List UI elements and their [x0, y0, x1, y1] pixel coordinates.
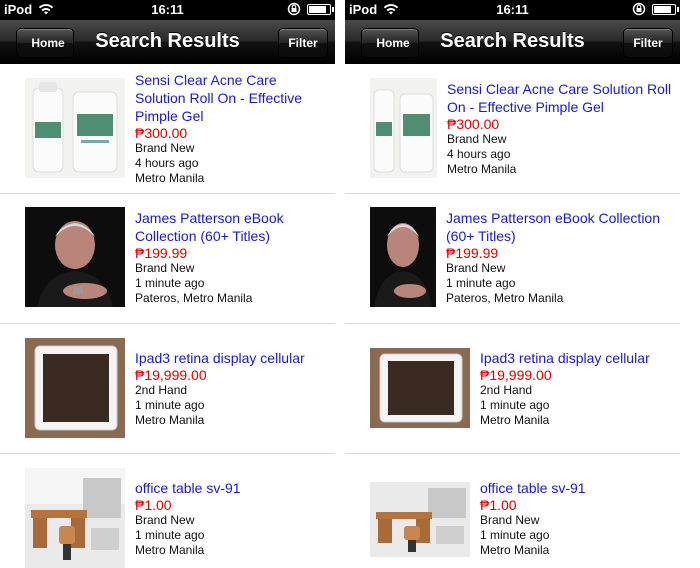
- item-location: Metro Manila: [135, 543, 205, 557]
- item-title-link[interactable]: James Patterson eBook Collection (60+ Ti…: [446, 209, 672, 245]
- results-list: Sensi Clear Acne Care Solution Roll On -…: [0, 65, 335, 568]
- item-condition: 2nd Hand: [480, 383, 533, 397]
- item-posted-time: 1 minute ago: [135, 528, 205, 542]
- item-condition: Brand New: [446, 261, 506, 275]
- status-bar: iPod 16:11: [345, 0, 680, 20]
- item-info: office table sv-91 ₱1.00 Brand New 1 min…: [480, 479, 672, 558]
- item-location: Metro Manila: [480, 413, 550, 427]
- item-title-link[interactable]: office table sv-91: [480, 479, 672, 497]
- item-posted-time: 4 hours ago: [447, 147, 511, 161]
- phone-screen-right: iPod 16:11 Home Search Results Filter Se…: [345, 0, 680, 568]
- filter-button[interactable]: Filter: [278, 28, 328, 58]
- office-desk-image: [25, 468, 125, 568]
- item-posted-time: 4 hours ago: [135, 156, 199, 170]
- navigation-bar: Home Search Results Filter: [0, 20, 335, 64]
- item-location: Pateros, Metro Manila: [446, 291, 564, 305]
- item-posted-time: 1 minute ago: [135, 276, 205, 290]
- rotation-lock-icon: [632, 2, 646, 16]
- list-item[interactable]: Sensi Clear Acne Care Solution Roll On -…: [345, 65, 680, 194]
- item-title-link[interactable]: Ipad3 retina display cellular: [480, 349, 672, 367]
- item-info: office table sv-91 ₱1.00 Brand New 1 min…: [135, 479, 327, 558]
- item-price: ₱199.99: [135, 245, 188, 261]
- item-posted-time: 1 minute ago: [446, 276, 516, 290]
- phone-screen-left: iPod 16:11 Home Search Results Filter Se…: [0, 0, 335, 568]
- ipad-image: [370, 348, 470, 428]
- list-item[interactable]: Sensi Clear Acne Care Solution Roll On -…: [0, 65, 335, 194]
- item-condition: Brand New: [135, 141, 195, 155]
- home-button-label: Home: [31, 36, 65, 50]
- item-posted-time: 1 minute ago: [480, 398, 550, 412]
- item-posted-time: 1 minute ago: [135, 398, 205, 412]
- item-info: Ipad3 retina display cellular ₱19,999.00…: [135, 349, 327, 428]
- status-bar: iPod 16:11: [0, 0, 335, 20]
- list-item[interactable]: office table sv-91 ₱1.00 Brand New 1 min…: [345, 454, 680, 568]
- item-price: ₱19,999.00: [480, 367, 552, 383]
- item-location: Metro Manila: [135, 413, 205, 427]
- item-condition: Brand New: [135, 513, 195, 527]
- list-item[interactable]: James Patterson eBook Collection (60+ Ti…: [345, 194, 680, 324]
- item-condition: Brand New: [447, 132, 507, 146]
- navigation-bar: Home Search Results Filter: [345, 20, 680, 64]
- item-title-link[interactable]: Sensi Clear Acne Care Solution Roll On -…: [447, 80, 672, 116]
- item-price: ₱300.00: [447, 116, 500, 132]
- item-location: Metro Manila: [447, 162, 517, 176]
- rotation-lock-icon: [287, 2, 301, 16]
- item-info: Sensi Clear Acne Care Solution Roll On -…: [135, 71, 327, 186]
- battery-icon: [307, 4, 334, 15]
- list-item[interactable]: Ipad3 retina display cellular ₱19,999.00…: [0, 324, 335, 454]
- item-location: Metro Manila: [480, 543, 550, 557]
- item-condition: Brand New: [480, 513, 540, 527]
- item-posted-time: 1 minute ago: [480, 528, 550, 542]
- clock: 16:11: [151, 2, 184, 17]
- item-title-link[interactable]: James Patterson eBook Collection (60+ Ti…: [135, 209, 327, 245]
- results-list: Sensi Clear Acne Care Solution Roll On -…: [345, 65, 680, 568]
- item-info: Sensi Clear Acne Care Solution Roll On -…: [447, 80, 672, 177]
- item-price: ₱1.00: [480, 497, 517, 513]
- home-button-label: Home: [376, 36, 410, 50]
- item-price: ₱199.99: [446, 245, 499, 261]
- author-portrait-image: [370, 207, 436, 307]
- ipad-image: [25, 338, 125, 438]
- item-price: ₱19,999.00: [135, 367, 207, 383]
- item-location: Pateros, Metro Manila: [135, 291, 253, 305]
- list-item[interactable]: James Patterson eBook Collection (60+ Ti…: [0, 194, 335, 324]
- clock: 16:11: [496, 2, 529, 17]
- item-condition: Brand New: [135, 261, 195, 275]
- acne-gel-bottles-image: [25, 78, 125, 178]
- item-price: ₱300.00: [135, 125, 188, 141]
- author-portrait-image: [25, 207, 125, 307]
- acne-gel-bottles-image: [370, 78, 437, 178]
- list-item[interactable]: office table sv-91 ₱1.00 Brand New 1 min…: [0, 454, 335, 568]
- item-title-link[interactable]: Sensi Clear Acne Care Solution Roll On -…: [135, 71, 327, 125]
- item-title-link[interactable]: office table sv-91: [135, 479, 327, 497]
- item-info: Ipad3 retina display cellular ₱19,999.00…: [480, 349, 672, 428]
- filter-button[interactable]: Filter: [623, 28, 673, 58]
- battery-icon: [652, 4, 679, 15]
- item-condition: 2nd Hand: [135, 383, 188, 397]
- list-item[interactable]: Ipad3 retina display cellular ₱19,999.00…: [345, 324, 680, 454]
- item-info: James Patterson eBook Collection (60+ Ti…: [135, 209, 327, 306]
- item-info: James Patterson eBook Collection (60+ Ti…: [446, 209, 672, 306]
- office-desk-image: [370, 482, 470, 557]
- item-location: Metro Manila: [135, 171, 205, 185]
- item-title-link[interactable]: Ipad3 retina display cellular: [135, 349, 327, 367]
- item-price: ₱1.00: [135, 497, 172, 513]
